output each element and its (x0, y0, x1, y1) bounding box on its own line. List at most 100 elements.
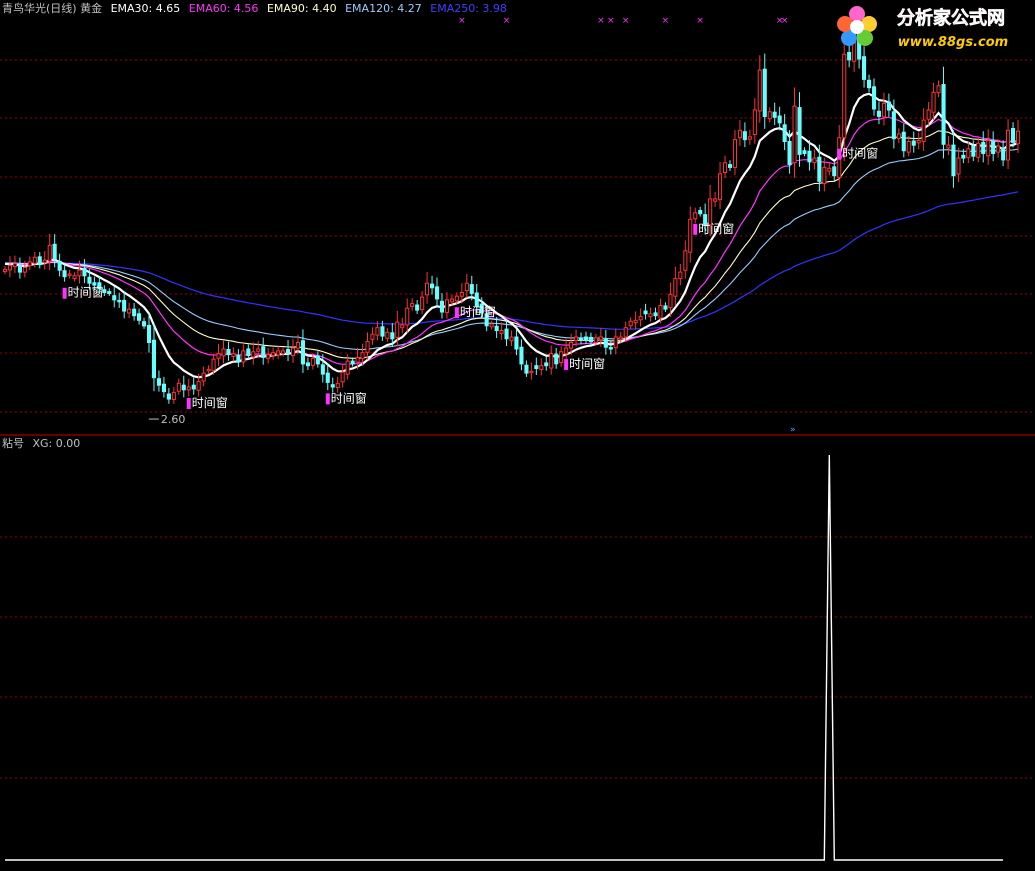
candle (728, 160, 733, 171)
annotation-marker (454, 307, 459, 319)
candle (325, 363, 330, 391)
candle (966, 142, 971, 164)
candle (628, 317, 633, 329)
ema120-label: EMA120: 4.27 (345, 2, 422, 15)
candle (911, 131, 916, 153)
candle (926, 102, 931, 126)
candle (444, 292, 449, 319)
annotation-label: 时间窗 (569, 357, 605, 371)
logo-name: 分析家公式网 (897, 7, 1005, 29)
candle (663, 302, 668, 313)
candle (718, 161, 723, 209)
candle (583, 331, 589, 345)
candle (1006, 119, 1011, 169)
annotation-marker (325, 393, 330, 405)
low-price-label: 2.60 (161, 413, 186, 426)
candle (112, 286, 117, 308)
candle (782, 114, 787, 150)
candle (981, 131, 986, 163)
candle (872, 78, 877, 116)
candle (867, 74, 872, 93)
candle (370, 327, 375, 345)
signal-mark: × (696, 16, 704, 26)
candle (529, 362, 534, 380)
candle (176, 378, 181, 395)
candle (62, 264, 67, 282)
candle (67, 269, 72, 279)
candle (415, 300, 420, 315)
candle (777, 106, 782, 131)
indicator-name: 粘号 (2, 437, 24, 450)
candle (137, 308, 142, 325)
candle (72, 272, 77, 282)
candle (246, 344, 251, 360)
candle (221, 339, 226, 364)
candle (117, 292, 122, 308)
candle (638, 308, 643, 327)
candle (514, 329, 519, 356)
candle (439, 293, 444, 319)
annotation-label: 时间窗 (331, 391, 367, 405)
candle (156, 370, 161, 392)
stock-title: 青鸟华光(日线) 黄金 (2, 2, 103, 15)
candle (27, 256, 32, 271)
ema250-label: EMA250: 3.98 (430, 2, 507, 15)
signal-mark: × (458, 16, 466, 26)
candle (752, 98, 757, 144)
candle (300, 329, 305, 373)
candle (201, 366, 206, 387)
candle (643, 303, 648, 320)
candle (400, 317, 405, 334)
candle (539, 358, 544, 376)
candle (986, 129, 991, 165)
annotation-marker (62, 287, 67, 299)
signal-mark: × (662, 16, 670, 26)
candle (876, 101, 882, 125)
candle (544, 356, 549, 371)
candle (802, 147, 807, 157)
candle (579, 332, 584, 345)
candle (181, 375, 186, 398)
price-chart[interactable]: × × × × × × × ×× 时间窗时间窗 时间窗时间窗时间窗时间窗时间窗2.60» (0, 0, 1035, 871)
candle (3, 265, 8, 275)
candle (886, 93, 892, 117)
candle (430, 275, 435, 295)
candle (420, 291, 425, 315)
candle (688, 206, 693, 263)
logo-url: www.88gs.com (898, 35, 1008, 50)
candle (648, 307, 653, 322)
candle (921, 108, 926, 151)
signal-mark: × (597, 16, 605, 26)
candle (881, 92, 887, 126)
candle (564, 338, 569, 362)
candle (732, 129, 738, 176)
candle (216, 344, 221, 366)
candle (107, 288, 112, 297)
candle (276, 346, 281, 359)
signal-mark: × (503, 16, 511, 26)
candle (767, 107, 772, 123)
candle (365, 332, 370, 360)
candles (3, 20, 1021, 404)
ema90-label: EMA90: 4.40 (266, 2, 337, 15)
candle (166, 388, 171, 404)
candle (931, 82, 936, 120)
indicator-header: 粘号 XG: 0.00 (2, 437, 85, 451)
candle (742, 122, 747, 148)
candle (737, 120, 743, 146)
candle (251, 342, 256, 365)
candle (12, 255, 17, 274)
indicator-grid (0, 536, 1035, 779)
candle (956, 147, 961, 183)
candle (405, 298, 410, 333)
xg-line (5, 454, 1004, 861)
candle (171, 387, 176, 404)
candle (340, 365, 345, 388)
candle (951, 130, 956, 188)
candle (509, 330, 514, 346)
ema60-label: EMA60: 4.56 (188, 2, 259, 15)
candle (127, 302, 132, 319)
candle (633, 311, 638, 330)
candle (906, 135, 911, 157)
candle (335, 376, 340, 393)
